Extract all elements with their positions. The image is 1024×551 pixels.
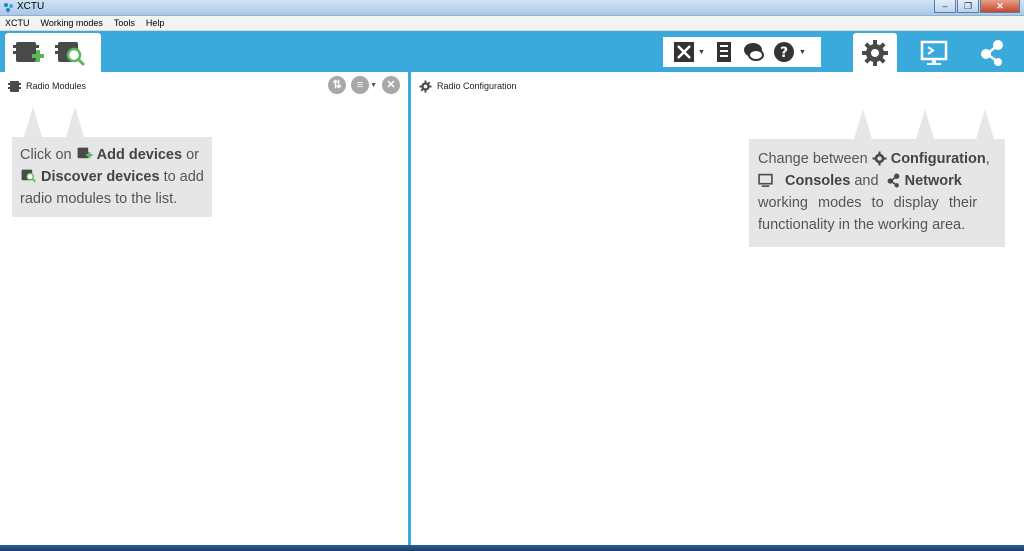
network-icon: [887, 173, 899, 188]
consoles-icon: [758, 173, 773, 187]
help-dropdown-icon[interactable]: ▼: [799, 49, 806, 56]
tools-icon[interactable]: [673, 41, 695, 63]
hint-notch: [854, 109, 872, 139]
xbee-chat-icon[interactable]: [743, 41, 765, 63]
close-button[interactable]: ✕: [980, 0, 1020, 13]
tools-group: ▼ ? ▼: [663, 37, 821, 67]
window-titlebar: XCTU – ❐ ✕: [0, 0, 1024, 16]
filter-dropdown-icon[interactable]: ▼: [370, 82, 377, 89]
hint-text: and: [854, 173, 879, 189]
radio-modules-title: Radio Modules: [26, 81, 87, 91]
network-mode-icon: [981, 40, 1003, 66]
hint-configuration: Configuration: [890, 151, 986, 167]
configuration-mode-tab[interactable]: [853, 33, 897, 72]
menu-working-modes[interactable]: Working modes: [41, 18, 103, 28]
xctu-app-icon: [4, 3, 13, 12]
restore-button[interactable]: ❐: [957, 0, 979, 13]
hint-text: radio modules to the list.: [20, 191, 178, 207]
hint-consoles: Consoles: [785, 173, 851, 189]
frames-icon[interactable]: [713, 41, 735, 63]
filter-icon[interactable]: ≡: [351, 76, 370, 94]
minimize-button[interactable]: –: [934, 0, 956, 13]
hint-add-devices: Add devices: [96, 147, 183, 163]
menu-bar: XCTU Working modes Tools Help: [0, 16, 1024, 31]
device-actions-tab: [5, 33, 101, 72]
restore-icon: ❐: [963, 1, 973, 11]
discover-devices-icon[interactable]: [55, 38, 87, 68]
hint-text: to add: [163, 169, 204, 185]
svg-text:?: ?: [780, 45, 788, 61]
main-toolbar: ▼ ? ▼: [0, 31, 1024, 72]
menu-help[interactable]: Help: [146, 18, 165, 28]
close-icon: ✕: [996, 1, 1004, 11]
radio-module-icon: [8, 80, 21, 92]
consoles-mode-icon: [920, 40, 948, 65]
hint-discover-devices: Discover devices: [41, 169, 160, 185]
tools-dropdown-icon[interactable]: ▼: [698, 49, 705, 56]
hint-text: working modes to display their: [758, 195, 978, 211]
consoles-mode-tab[interactable]: [912, 33, 956, 72]
working-modes-hint: Change between Configuration, Consoles a…: [749, 139, 1005, 247]
configuration-mode-icon: [862, 40, 888, 66]
hint-text: functionality in the working area.: [758, 217, 966, 233]
minimize-icon: –: [942, 1, 948, 11]
add-devices-hint: Click on Add devices or Discover devices…: [12, 137, 212, 217]
hint-notch: [24, 107, 42, 137]
sort-icon[interactable]: ⇅: [328, 76, 347, 94]
os-taskbar: [0, 545, 1024, 551]
radio-configuration-panel: Radio Configuration Change between Confi…: [411, 72, 1024, 545]
hint-text: Click on: [20, 147, 72, 163]
hint-text: Change between: [758, 151, 868, 167]
network-mode-tab[interactable]: [970, 33, 1014, 72]
discover-devices-icon: [21, 169, 36, 183]
configuration-icon: [419, 79, 432, 93]
radio-modules-panel: Radio Modules ⇅ ≡ ▼ ✕ Click on Add devic…: [0, 72, 408, 545]
hint-text: ,: [985, 151, 990, 167]
menu-tools[interactable]: Tools: [114, 18, 135, 28]
remove-icon[interactable]: ✕: [382, 76, 400, 94]
hint-text: or: [186, 147, 199, 163]
hint-network: Network: [904, 173, 962, 189]
menu-xctu[interactable]: XCTU: [5, 18, 30, 28]
add-devices-icon[interactable]: [13, 38, 45, 68]
radio-configuration-title: Radio Configuration: [437, 81, 517, 91]
configuration-icon: [872, 151, 887, 166]
window-title: XCTU: [17, 1, 45, 12]
add-devices-icon: [77, 147, 93, 159]
help-icon[interactable]: ?: [773, 41, 795, 63]
hint-notch: [976, 109, 994, 139]
hint-notch: [66, 107, 84, 137]
hint-notch: [916, 109, 934, 139]
